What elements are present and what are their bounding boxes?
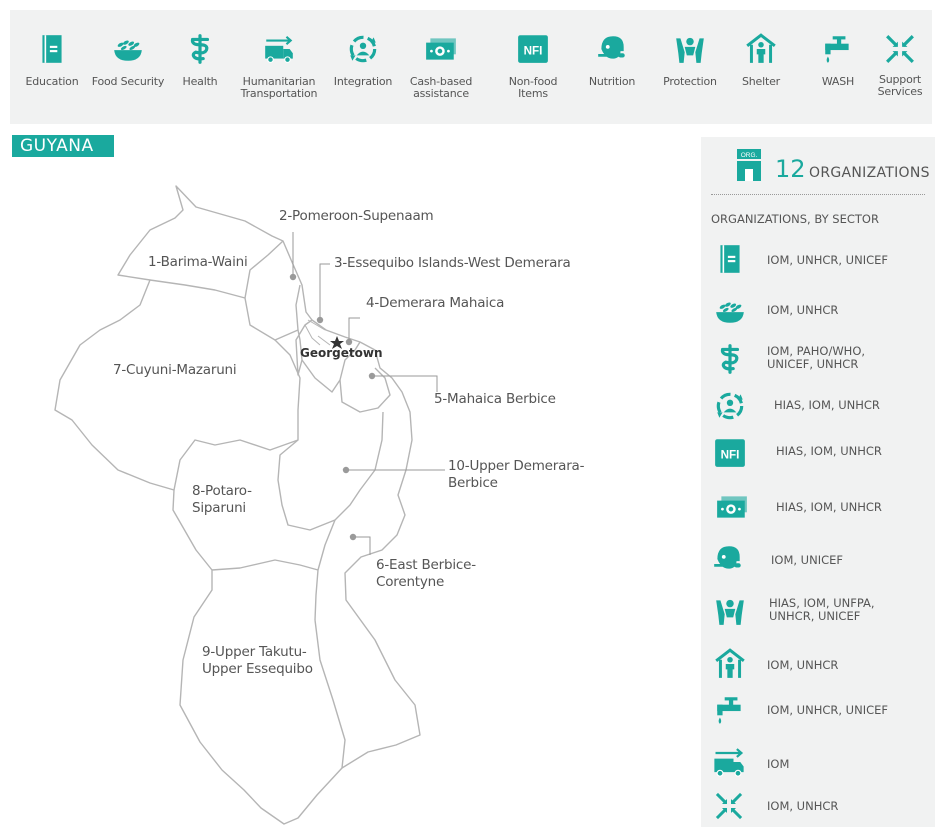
organization-count-label: ORGANIZATIONS — [809, 165, 930, 181]
support-services-icon — [713, 790, 745, 822]
nutrition-icon — [595, 32, 629, 66]
sector-label: Humanitarian Transportation — [240, 75, 318, 100]
sector-protection: Protection — [650, 32, 730, 88]
region-boundary-5 — [339, 367, 391, 413]
region-marker-2 — [289, 273, 297, 281]
sector-non-food-items: NFI Non-food Items — [493, 32, 573, 100]
city-label-georgetown: Georgetown — [300, 346, 383, 360]
region-marker-4 — [345, 338, 353, 346]
nfi-icon: NFI — [715, 439, 745, 467]
nfi-icon-text: NFI — [721, 448, 740, 461]
sector-shelter: Shelter — [721, 32, 801, 88]
leader-line-6 — [353, 536, 371, 555]
sector-wash: WASH — [798, 32, 878, 88]
integration-icon — [713, 389, 747, 423]
sector-orgs: HIAS, IOM, UNFPA, UNHCR, UNICEF — [769, 596, 875, 623]
region-marker-5 — [368, 372, 376, 380]
sector-orgs: IOM, UNHCR — [767, 658, 839, 672]
sector-label: Support Services — [877, 73, 923, 98]
sector-label: Nutrition — [588, 75, 636, 88]
food-security-icon — [710, 294, 750, 328]
region-label-2: 2-Pomeroon-Supenaam — [279, 208, 434, 224]
education-icon — [35, 32, 69, 66]
sector-education: Education — [12, 32, 92, 88]
region-label-5: 5-Mahaica Berbice — [434, 391, 556, 407]
cash-based-assistance-icon — [709, 490, 755, 524]
sector-label: Shelter — [742, 75, 780, 88]
wash-icon — [713, 692, 747, 728]
protection-icon — [713, 593, 747, 629]
region-label-4: 4-Demerara Mahaica — [366, 295, 505, 311]
wash-icon — [821, 32, 855, 66]
integration-icon — [346, 32, 380, 66]
sector-orgs: IOM, UNHCR — [767, 303, 839, 317]
region-label-1: 1-Barima-Waini — [148, 254, 248, 270]
food-security-icon — [111, 32, 145, 66]
region-marker-3 — [316, 316, 324, 324]
sector-integration: Integration — [323, 32, 403, 88]
sector-orgs: IOM, PAHO/WHO, UNICEF, UNHCR — [767, 344, 866, 371]
region-boundary-9 — [314, 619, 346, 769]
sector-label: Protection — [663, 75, 717, 88]
health-icon — [183, 32, 217, 66]
sector-label: Cash-based assistance — [409, 75, 473, 100]
leader-line-3 — [319, 263, 330, 320]
region-boundary-10 — [277, 411, 384, 531]
region-boundary-8 — [211, 559, 319, 571]
sector-orgs: IOM, UNHCR — [767, 799, 839, 813]
region-label-6: 6-East Berbice-Corentyne — [376, 557, 476, 590]
by-sector-heading: ORGANIZATIONS, BY SECTOR — [711, 212, 879, 226]
sector-orgs: HIAS, IOM, UNHCR — [776, 444, 882, 458]
shelter-icon — [744, 32, 778, 66]
sector-orgs: IOM, UNICEF — [771, 553, 843, 567]
region-label-9: 9-Upper Takutu-Upper Essequibo — [202, 644, 313, 677]
sector-orgs: HIAS, IOM, UNHCR — [776, 500, 882, 514]
humanitarian-transportation-icon — [262, 32, 296, 66]
organizations-panel: ORG. 12 ORGANIZATIONS ORGANIZATIONS, BY … — [701, 137, 935, 827]
sector-health: Health — [160, 32, 240, 88]
organizations-header: ORG. 12 ORGANIZATIONS — [725, 147, 935, 187]
health-icon — [713, 342, 747, 376]
sector-orgs: IOM — [767, 757, 790, 771]
sector-cash-based-assistance: Cash-based assistance — [401, 32, 481, 100]
sector-label: Health — [182, 75, 218, 88]
sector-nutrition: Nutrition — [572, 32, 652, 88]
sector-label: Education — [25, 75, 79, 88]
region-label-7: 7-Cuyuni-Mazaruni — [113, 362, 237, 378]
nfi-icon: NFI — [518, 35, 548, 63]
sector-legend-bar: Education Food Security Health Humanitar… — [10, 10, 932, 124]
sector-food-security: Food Security — [88, 32, 168, 88]
sector-orgs: HIAS, IOM, UNHCR — [774, 398, 880, 412]
region-label-8: 8-Potaro-Siparuni — [192, 483, 252, 516]
support-services-icon — [883, 32, 917, 66]
cash-based-assistance-icon — [424, 32, 458, 66]
shelter-icon — [713, 647, 747, 681]
humanitarian-transportation-icon — [710, 744, 748, 780]
country-title: GUYANA — [12, 135, 114, 157]
sector-label: Integration — [333, 75, 393, 88]
organization-count: 12 — [775, 155, 806, 183]
nfi-icon-text: NFI — [524, 44, 543, 57]
divider — [711, 194, 925, 195]
education-icon — [713, 242, 747, 276]
sector-label: Food Security — [91, 75, 165, 88]
region-marker-6 — [349, 533, 357, 541]
sector-label: Non-food Items — [508, 75, 558, 100]
region-marker-10 — [342, 466, 350, 474]
organization-building-icon: ORG. — [737, 149, 761, 181]
sector-label: WASH — [821, 75, 855, 88]
nutrition-icon — [710, 542, 746, 576]
sector-support-services: Support Services — [869, 32, 931, 98]
sector-humanitarian-transportation: Humanitarian Transportation — [239, 32, 319, 100]
leader-line-5 — [372, 375, 438, 392]
region-label-3: 3-Essequibo Islands-West Demerara — [334, 255, 571, 271]
sector-orgs: IOM, UNHCR, UNICEF — [767, 253, 888, 267]
region-boundary-2 — [244, 284, 301, 341]
org-badge-text: ORG. — [741, 152, 758, 159]
protection-icon — [673, 32, 707, 66]
sector-orgs: IOM, UNHCR, UNICEF — [767, 703, 888, 717]
region-label-10: 10-Upper Demerara-Berbice — [448, 458, 585, 491]
